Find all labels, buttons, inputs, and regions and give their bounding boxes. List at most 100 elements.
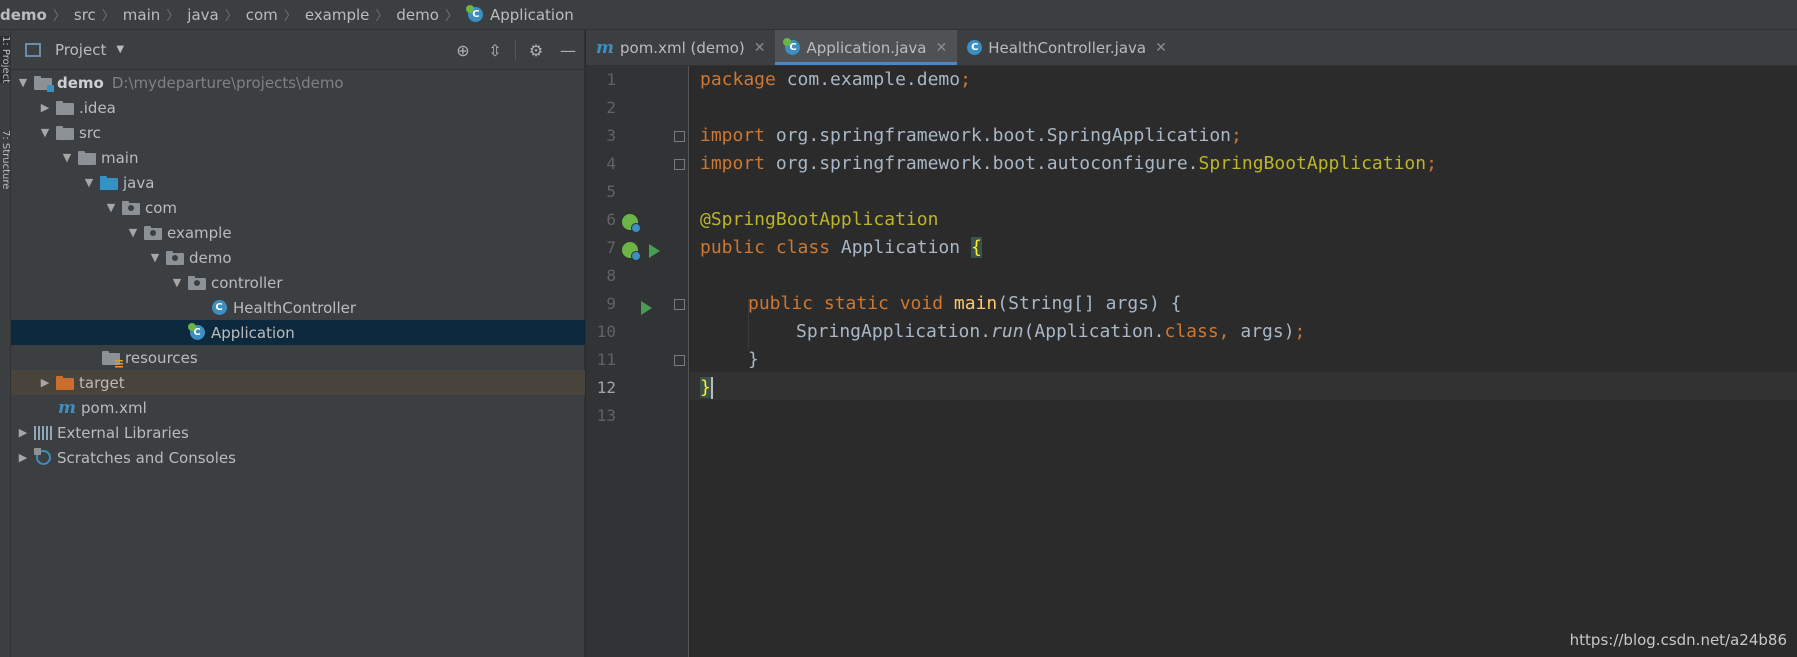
line-number: 9	[606, 294, 616, 313]
line-number: 6	[606, 210, 616, 229]
line-number: 7	[606, 238, 616, 257]
package-icon	[187, 274, 207, 292]
tree-label: demo	[57, 73, 104, 92]
source-folder-icon	[99, 174, 119, 192]
libraries-icon	[33, 424, 53, 442]
expanded-arrow-icon[interactable]: ▼	[145, 251, 165, 264]
tool-tab-project[interactable]: 1: Project	[0, 36, 10, 84]
collapsed-arrow-icon[interactable]: ▶	[13, 451, 33, 464]
spring-bean-icon[interactable]	[622, 242, 641, 261]
run-icon[interactable]	[649, 244, 660, 258]
breadcrumb-item-demo[interactable]: demo	[0, 6, 47, 24]
toolbar-divider	[515, 40, 516, 60]
spring-boot-class-icon: C	[783, 38, 801, 55]
breadcrumb-item-java[interactable]: java	[187, 6, 218, 24]
tree-item-main[interactable]: ▼ main	[11, 145, 585, 170]
collapsed-arrow-icon[interactable]: ▶	[35, 101, 55, 114]
tree-label: src	[79, 123, 101, 142]
code-area[interactable]: 1 2 3 4 5 6 7 8 9 10 11 12 13 package co…	[586, 66, 1797, 657]
tree-item-resources[interactable]: resources	[11, 345, 585, 370]
chevron-down-icon[interactable]: ▼	[116, 44, 124, 55]
tool-tab-structure[interactable]: 7: Structure	[0, 130, 10, 189]
expanded-arrow-icon[interactable]: ▼	[167, 276, 187, 289]
breadcrumb-item-src[interactable]: src	[74, 6, 96, 24]
tree-item-idea[interactable]: ▶ .idea	[11, 95, 585, 120]
tree-item-target[interactable]: ▶ target	[11, 370, 585, 395]
spring-boot-class-icon: C	[187, 323, 207, 342]
minimize-icon[interactable]: —	[552, 34, 584, 66]
tree-item-java[interactable]: ▼ java	[11, 170, 585, 195]
code-line-6: @SpringBootApplication	[700, 209, 939, 230]
scratches-icon	[33, 448, 53, 467]
collapsed-arrow-icon[interactable]: ▶	[13, 426, 33, 439]
tab-label: pom.xml (demo)	[620, 38, 745, 57]
editor-gutter: 1 2 3 4 5 6 7 8 9 10 11 12 13	[586, 66, 689, 657]
chevron-right-icon: 〉	[101, 9, 115, 24]
tab-application-java[interactable]: C Application.java ✕	[775, 30, 958, 65]
gear-icon[interactable]: ⚙	[520, 34, 552, 66]
expanded-arrow-icon[interactable]: ▼	[35, 126, 55, 139]
fold-icon[interactable]	[674, 159, 685, 170]
fold-icon[interactable]	[674, 131, 685, 142]
tree-path: D:\mydeparture\projects\demo	[111, 73, 344, 92]
breadcrumb-item-application[interactable]: C Application	[466, 5, 574, 24]
tree-item-external-libraries[interactable]: ▶ External Libraries	[11, 420, 585, 445]
tab-health-controller-java[interactable]: C HealthController.java ✕	[957, 30, 1177, 65]
expanded-arrow-icon[interactable]: ▼	[101, 201, 121, 214]
locate-icon[interactable]: ⊕	[447, 34, 479, 66]
line-number: 4	[606, 154, 616, 173]
close-icon[interactable]: ✕	[936, 40, 948, 56]
package-icon	[121, 199, 141, 217]
tree-item-demo-package[interactable]: ▼ demo	[11, 245, 585, 270]
breadcrumb-item-demo-pkg[interactable]: demo	[396, 6, 439, 24]
code-line-3: import org.springframework.boot.SpringAp…	[700, 125, 1242, 146]
tree-label: Application	[211, 323, 295, 342]
expanded-arrow-icon[interactable]: ▼	[13, 76, 33, 89]
tree-item-example[interactable]: ▼ example	[11, 220, 585, 245]
project-panel-title[interactable]: Project	[55, 41, 106, 59]
tree-item-pom[interactable]: m pom.xml	[11, 395, 585, 420]
tree-item-com[interactable]: ▼ com	[11, 195, 585, 220]
resources-folder-icon	[101, 349, 123, 368]
chevron-right-icon: 〉	[224, 9, 238, 24]
expanded-arrow-icon[interactable]: ▼	[79, 176, 99, 189]
class-icon: C	[967, 40, 983, 55]
line-number: 8	[606, 266, 616, 285]
text-caret	[710, 377, 713, 399]
tree-item-demo-module[interactable]: ▼ demo D:\mydeparture\projects\demo	[11, 70, 585, 95]
breadcrumb-item-example[interactable]: example	[305, 6, 370, 24]
breadcrumb-item-main[interactable]: main	[123, 6, 160, 24]
tool-window-strip: 1: Project 7: Structure	[0, 30, 11, 657]
package-icon	[165, 249, 185, 267]
tree-label: example	[167, 223, 232, 242]
tree-item-health-controller[interactable]: C HealthController	[11, 295, 585, 320]
watermark: https://blog.csdn.net/a24b86	[1569, 631, 1787, 649]
current-line-highlight	[690, 372, 1797, 400]
breadcrumb-item-com[interactable]: com	[246, 6, 278, 24]
close-icon[interactable]: ✕	[754, 40, 766, 56]
tab-pom-xml[interactable]: m pom.xml (demo) ✕	[586, 30, 775, 65]
tree-item-application[interactable]: C Application	[11, 320, 585, 345]
spring-bean-icon[interactable]	[622, 214, 641, 233]
folder-icon	[55, 124, 75, 142]
fold-icon[interactable]	[674, 355, 685, 366]
tree-label: External Libraries	[57, 423, 189, 442]
close-icon[interactable]: ✕	[1155, 40, 1167, 56]
folder-icon	[77, 149, 97, 167]
chevron-right-icon: 〉	[283, 9, 297, 24]
tree-item-src[interactable]: ▼ src	[11, 120, 585, 145]
tree-item-controller[interactable]: ▼ controller	[11, 270, 585, 295]
expanded-arrow-icon[interactable]: ▼	[123, 226, 143, 239]
run-icon[interactable]	[641, 301, 652, 315]
line-number: 10	[596, 322, 616, 341]
chevron-right-icon: 〉	[444, 9, 458, 24]
tree-item-scratches[interactable]: ▶ Scratches and Consoles	[11, 445, 585, 470]
chevron-right-icon: 〉	[52, 9, 66, 24]
expanded-arrow-icon[interactable]: ▼	[57, 151, 77, 164]
code-line-4: import org.springframework.boot.autoconf…	[700, 153, 1437, 174]
editor-tab-bar: m pom.xml (demo) ✕ C Application.java ✕ …	[586, 30, 1797, 66]
collapse-all-icon[interactable]: ⇳	[479, 34, 511, 66]
folder-icon	[55, 99, 75, 117]
collapsed-arrow-icon[interactable]: ▶	[35, 376, 55, 389]
fold-icon[interactable]	[674, 299, 685, 310]
